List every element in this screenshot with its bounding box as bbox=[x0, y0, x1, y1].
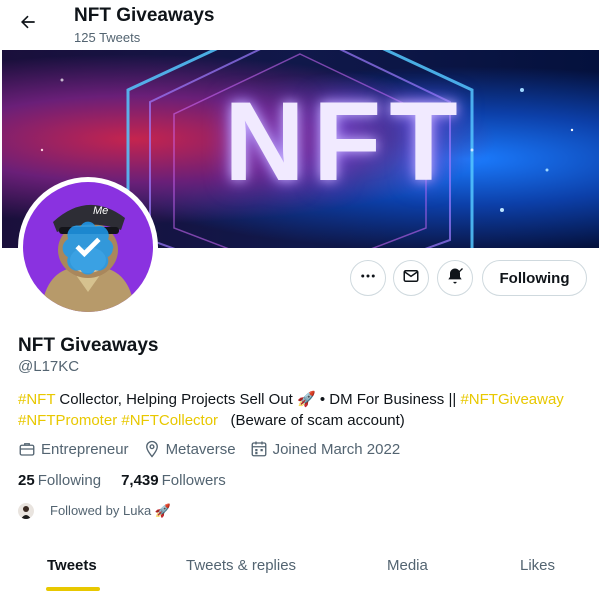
tab-tweets[interactable]: Tweets bbox=[47, 540, 97, 591]
arrow-left-icon bbox=[18, 12, 38, 37]
profile-avatar[interactable]: Me bbox=[18, 177, 158, 317]
more-dots-icon bbox=[359, 267, 377, 290]
verified-badge-icon bbox=[62, 221, 114, 275]
envelope-icon bbox=[402, 267, 420, 290]
avatar bbox=[18, 503, 34, 519]
tab-likes[interactable]: Likes bbox=[520, 540, 555, 591]
profile-handle: @L17KC bbox=[18, 358, 80, 375]
avatar-image: Me bbox=[23, 182, 153, 312]
back-button[interactable] bbox=[10, 6, 46, 42]
profile-meta: Entrepreneur Metaverse Joined March 2022 bbox=[18, 440, 414, 458]
followers-count-link[interactable]: 7,439 Followers bbox=[121, 472, 226, 489]
briefcase-icon bbox=[19, 443, 35, 456]
hashtag-nft[interactable]: #NFT bbox=[18, 391, 55, 408]
bell-check-icon bbox=[445, 266, 465, 291]
followed-by[interactable]: Followed by Luka 🚀 bbox=[18, 503, 171, 519]
profile-name: NFT Giveaways bbox=[18, 335, 159, 356]
hashtag-nftpromoter[interactable]: #NFTPromoter bbox=[18, 412, 117, 429]
notifications-button[interactable] bbox=[437, 260, 473, 296]
active-tab-indicator bbox=[46, 587, 100, 591]
bio-warning-text: (Beware of scam account) bbox=[218, 412, 405, 429]
tab-tweets-and-replies[interactable]: Tweets & replies bbox=[186, 540, 296, 591]
hashtag-nftgiveaway[interactable]: #NFTGiveaway bbox=[460, 391, 563, 408]
calendar-icon bbox=[251, 441, 267, 457]
location-pin-icon bbox=[145, 440, 158, 458]
profile-tabs: Tweets Tweets & replies Media Likes bbox=[0, 540, 601, 591]
profile-stats: 25 Following 7,439 Followers bbox=[18, 472, 246, 489]
following-count-link[interactable]: 25 Following bbox=[18, 472, 101, 489]
bio-text: Collector, Helping Projects Sell Out 🚀 •… bbox=[55, 391, 461, 408]
avatar-cap-text: Me bbox=[93, 205, 108, 217]
following-button[interactable]: Following bbox=[482, 260, 587, 296]
profile-joined-date: Joined March 2022 bbox=[250, 440, 400, 458]
more-options-button[interactable] bbox=[350, 260, 386, 296]
page-title: NFT Giveaways bbox=[74, 5, 215, 26]
message-button[interactable] bbox=[393, 260, 429, 296]
banner-nft-text: NFT bbox=[224, 79, 466, 204]
hashtag-nftcollector[interactable]: #NFTCollector bbox=[121, 412, 218, 429]
profile-location: Metaverse bbox=[143, 440, 236, 458]
profile-header: NFT Giveaways 125 Tweets bbox=[0, 0, 601, 50]
tab-media[interactable]: Media bbox=[387, 540, 428, 591]
profile-category: Entrepreneur bbox=[18, 440, 129, 458]
profile-bio: #NFT Collector, Helping Projects Sell Ou… bbox=[18, 389, 588, 431]
followed-by-text: Followed by Luka 🚀 bbox=[50, 503, 171, 518]
tweet-count: 125 Tweets bbox=[74, 30, 141, 45]
